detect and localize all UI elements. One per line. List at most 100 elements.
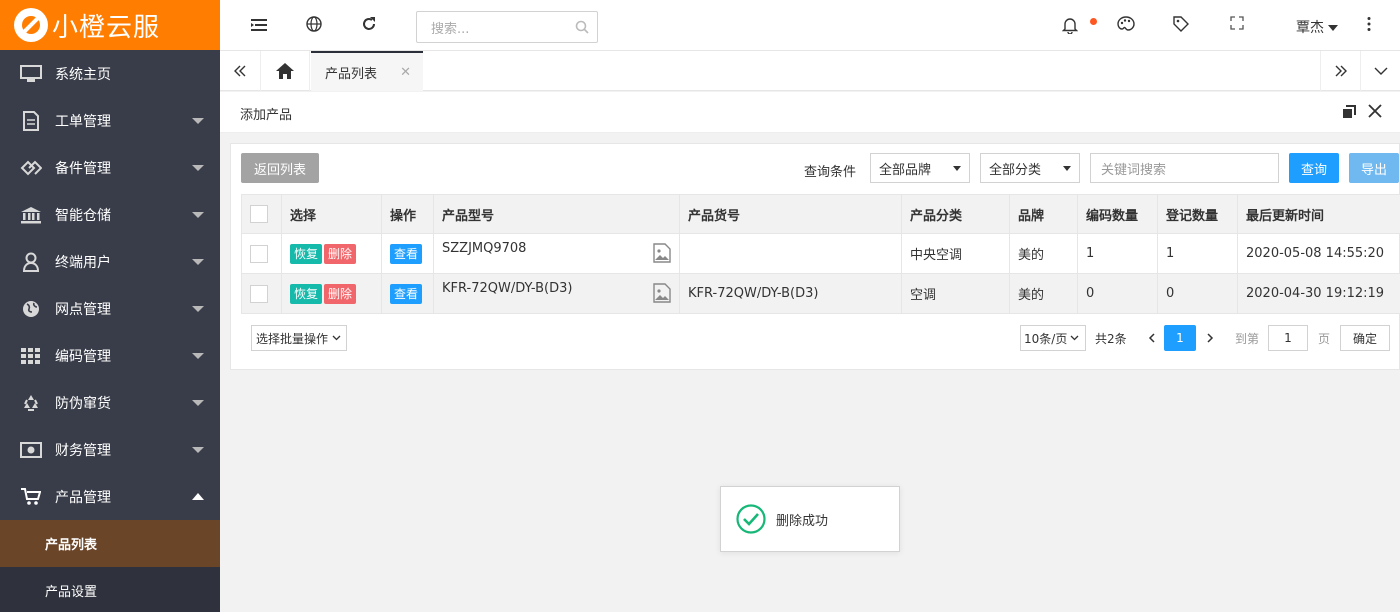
goto-page-input[interactable]: 1 [1268,325,1308,351]
chevron-up-icon [192,493,204,500]
row-code-count-cell: 0 [1077,273,1158,314]
product-table: 选择 操作 产品型号 产品货号 产品分类 品牌 编码数量 登记数量 最后更新时间… [241,194,1400,314]
tab-product-list[interactable]: 产品列表 ✕ [311,51,423,91]
logo[interactable]: 小橙云服 [0,0,220,50]
sidebar-item-endusers[interactable]: 终端用户 [0,238,220,285]
chevron-down-icon [192,212,204,218]
sidebar-item-workorder[interactable]: 工单管理 [0,97,220,144]
menu-toggle-icon[interactable] [250,16,268,34]
column-header: 品牌 [1009,194,1078,234]
search-button[interactable]: 查询 [1289,153,1339,183]
orange-logo-icon [14,8,48,42]
column-header: 产品分类 [901,194,1010,234]
tab-bar: 产品列表 ✕ [220,51,1400,91]
more-vertical-icon[interactable] [1366,16,1384,34]
row-actions-cell: 恢复 删除 [281,273,382,314]
row-sku-cell [679,233,902,274]
restore-button[interactable]: 恢复 [290,283,323,304]
column-header: 最后更新时间 [1237,194,1400,234]
monitor-icon [20,64,42,84]
grid-icon [20,346,42,366]
batch-action-select[interactable]: 选择批量操作 [251,325,347,351]
sidebar-subitem-product-settings[interactable]: 产品设置 [0,567,220,612]
chevron-down-icon [332,335,341,341]
caret-down-icon [1328,25,1338,31]
user-icon [20,252,42,272]
sidebar-item-parts[interactable]: 备件管理 [0,144,220,191]
cart-icon [20,487,42,507]
sidebar-subitem-product-list[interactable]: 产品列表 [0,520,220,567]
sidebar-item-outlets[interactable]: 网点管理 [0,285,220,332]
product-list-card: 返回列表 查询条件 全部品牌 全部分类 关键词搜索 查询 导出 选择 操作 产品… [230,143,1400,370]
row-view-cell: 查看 [381,273,434,314]
row-category-cell: 空调 [901,273,1010,314]
category-select[interactable]: 全部分类 [980,153,1080,183]
tabs-scroll-right-icon[interactable] [1320,51,1360,91]
fullscreen-icon[interactable] [1230,16,1248,34]
tab-home[interactable] [260,51,310,91]
chevron-down-icon [192,306,204,312]
row-checkbox[interactable] [250,244,268,263]
refresh-icon[interactable] [361,16,379,34]
success-toast: 删除成功 [720,486,900,552]
tabs-scroll-left-icon[interactable] [220,51,260,91]
chevron-down-icon [192,353,204,359]
column-header: 选择 [281,194,382,234]
user-menu[interactable]: 覃杰 [1296,17,1338,37]
page-button-current[interactable]: 1 [1164,325,1196,351]
keyword-search-input[interactable]: 关键词搜索 [1090,153,1279,183]
brand-name: 小橙云服 [52,12,161,43]
page-size-value: 10条/页 [1024,331,1068,346]
next-page-icon[interactable] [1204,325,1216,351]
row-select-cell [241,273,282,314]
page-size-select[interactable]: 10条/页 [1020,325,1086,351]
sidebar-item-finance[interactable]: 财务管理 [0,426,220,473]
tabs-menu-chevron-down-icon[interactable] [1360,51,1400,91]
category-select-value: 全部分类 [989,162,1042,178]
close-icon[interactable] [1368,104,1382,122]
top-header: 搜索... 覃杰 [220,0,1400,51]
sidebar-subitem-label: 产品列表 [45,538,98,553]
delete-button[interactable]: 删除 [324,283,357,304]
sidebar-item-label: 终端用户 [55,254,111,271]
delete-button[interactable]: 删除 [324,243,357,264]
sidebar-item-label: 防伪窜货 [55,395,111,412]
image-icon[interactable] [653,242,671,267]
export-button[interactable]: 导出 [1349,153,1399,183]
bell-icon[interactable] [1061,16,1080,35]
search-icon[interactable] [575,20,589,38]
image-icon[interactable] [653,282,671,307]
restore-window-icon[interactable] [1342,105,1356,123]
keyword-placeholder: 关键词搜索 [1101,162,1167,178]
close-icon[interactable]: ✕ [400,65,411,80]
view-button[interactable]: 查看 [390,243,423,264]
column-header: 产品型号 [433,194,680,234]
row-checkbox[interactable] [250,284,268,303]
brand-select-value: 全部品牌 [879,162,932,178]
table-row: 恢复 删除 查看 SZZJMQ9708 中央空调 美的 1 1 2020-05-0… [241,233,1400,274]
row-model-cell: KFR-72QW/DY-B(D3) [433,273,680,314]
restore-button[interactable]: 恢复 [290,243,323,264]
sidebar-item-anticounterfeit[interactable]: 防伪窜货 [0,379,220,426]
row-select-cell [241,233,282,274]
brand-select[interactable]: 全部品牌 [870,153,970,183]
sidebar-item-warehouse[interactable]: 智能仓储 [0,191,220,238]
view-button[interactable]: 查看 [390,283,423,304]
sidebar-item-home[interactable]: 系统主页 [0,50,220,97]
select-all-checkbox[interactable] [250,205,268,223]
sidebar-item-codes[interactable]: 编码管理 [0,332,220,379]
page-unit-label: 页 [1318,331,1331,346]
globe-icon[interactable] [306,16,324,34]
goto-confirm-button[interactable]: 确定 [1340,325,1390,351]
sidebar-item-products[interactable]: 产品管理 [0,473,220,520]
sidebar: 小橙云服 系统主页 工单管理 备件管理 智能仓储 终端用户 网点管理 编码管理 … [0,0,220,612]
search-input[interactable]: 搜索... [416,11,598,43]
sidebar-item-label: 备件管理 [55,160,111,177]
table-row: 恢复 删除 查看 KFR-72QW/DY-B(D3) KFR-72QW/DY-B(… [241,273,1400,314]
prev-page-icon[interactable] [1145,325,1157,351]
back-to-list-button[interactable]: 返回列表 [241,153,319,183]
theme-palette-icon[interactable] [1117,16,1135,34]
row-view-cell: 查看 [381,233,434,274]
select-all-cell [241,194,282,234]
tag-icon[interactable] [1173,16,1191,34]
